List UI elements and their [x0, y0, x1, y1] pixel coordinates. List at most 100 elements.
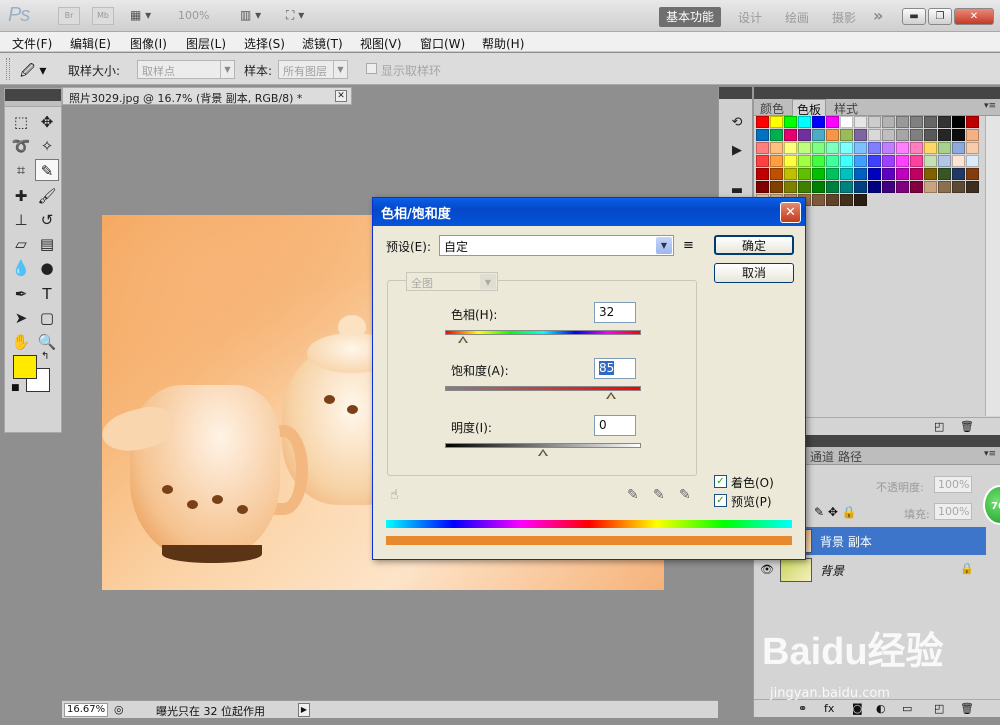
color-swatch[interactable]	[826, 129, 839, 141]
actions-panel-icon[interactable]: ▶	[727, 143, 747, 163]
color-swatch[interactable]	[896, 116, 909, 128]
delete-layer-icon[interactable]: 🗑	[960, 702, 974, 715]
saturation-input[interactable]: 85	[594, 358, 636, 379]
fill-input[interactable]: 100%	[934, 503, 972, 520]
color-swatch[interactable]	[896, 181, 909, 193]
color-swatch[interactable]	[798, 168, 811, 180]
color-swatch[interactable]	[812, 116, 825, 128]
color-swatch[interactable]	[938, 155, 951, 167]
eraser-tool-icon[interactable]: ▱	[9, 233, 33, 255]
hue-input[interactable]: 32	[594, 302, 636, 323]
color-swatch[interactable]	[756, 116, 769, 128]
color-swatch[interactable]	[924, 142, 937, 154]
color-swatch[interactable]	[784, 142, 797, 154]
foreground-color-swatch[interactable]	[13, 355, 37, 379]
color-swatch[interactable]	[840, 194, 853, 206]
color-swatch[interactable]	[896, 168, 909, 180]
color-swatch[interactable]	[770, 116, 783, 128]
restore-button[interactable]: ❐	[928, 8, 952, 25]
status-menu-arrow-icon[interactable]: ▶	[298, 703, 310, 717]
show-sampling-ring-checkbox[interactable]	[366, 63, 377, 74]
color-swatch[interactable]	[924, 181, 937, 193]
color-swatch[interactable]	[854, 129, 867, 141]
panel-menu-icon[interactable]: ▾≡	[984, 449, 996, 459]
history-brush-tool-icon[interactable]: ↺	[35, 209, 59, 231]
visibility-eye-icon[interactable]: 👁	[760, 563, 774, 576]
gradient-tool-icon[interactable]: ▤	[35, 233, 59, 255]
brush-tool-icon[interactable]: 🖌	[35, 185, 59, 207]
adjustment-layer-icon[interactable]: ◐	[876, 702, 886, 715]
mini-bridge-button[interactable]: Mb	[92, 7, 114, 25]
hue-slider-track[interactable]	[445, 330, 641, 335]
add-to-sample-eyedropper-icon[interactable]: ✎	[653, 487, 665, 503]
color-swatch[interactable]	[868, 116, 881, 128]
color-swatch[interactable]	[952, 129, 965, 141]
tab-swatches[interactable]: 色板	[792, 99, 827, 117]
close-icon[interactable]: ✕	[780, 202, 801, 223]
color-swatch[interactable]	[966, 168, 979, 180]
color-swatch[interactable]	[784, 116, 797, 128]
color-swatch[interactable]	[966, 181, 979, 193]
color-swatch[interactable]	[826, 142, 839, 154]
tab-styles[interactable]: 样式	[830, 99, 862, 116]
color-swatch[interactable]	[784, 181, 797, 193]
eyedropper-icon[interactable]: ✎	[627, 487, 639, 503]
blur-tool-icon[interactable]: 💧	[9, 257, 33, 279]
subtract-from-sample-eyedropper-icon[interactable]: ✎	[679, 487, 691, 503]
more-workspaces-icon[interactable]: »	[873, 6, 883, 25]
color-swatch[interactable]	[854, 155, 867, 167]
color-swatch[interactable]	[770, 168, 783, 180]
default-colors-icon[interactable]: ■	[11, 383, 20, 393]
lightness-input[interactable]: 0	[594, 415, 636, 436]
color-swatch[interactable]	[812, 129, 825, 141]
preview-checkbox[interactable]: ✓	[714, 494, 727, 507]
ok-button[interactable]: 确定	[714, 235, 794, 255]
eyedropper-tool-icon[interactable]: ✎	[35, 159, 59, 181]
menu-select[interactable]: 选择(S)	[244, 35, 285, 52]
color-swatch[interactable]	[784, 168, 797, 180]
color-swatch[interactable]	[938, 142, 951, 154]
color-swatch[interactable]	[910, 116, 923, 128]
arrange-documents-icon[interactable]: ▥ ▾	[240, 8, 261, 24]
color-swatch[interactable]	[812, 168, 825, 180]
layer-mask-icon[interactable]: ◙	[852, 702, 863, 715]
color-swatch[interactable]	[798, 155, 811, 167]
color-swatch[interactable]	[784, 155, 797, 167]
color-swatch[interactable]	[924, 129, 937, 141]
menu-window[interactable]: 窗口(W)	[420, 35, 465, 52]
marquee-tool-icon[interactable]: ⬚	[9, 111, 33, 133]
color-swatch[interactable]	[938, 168, 951, 180]
menu-filter[interactable]: 滤镜(T)	[302, 35, 343, 52]
color-swatch[interactable]	[938, 116, 951, 128]
color-swatch[interactable]	[896, 129, 909, 141]
status-info-icon[interactable]: ◎	[114, 703, 124, 716]
color-swatch[interactable]	[756, 155, 769, 167]
history-panel-icon[interactable]: ⟲	[727, 115, 747, 135]
dodge-tool-icon[interactable]: ●	[35, 257, 59, 279]
color-swatch[interactable]	[910, 181, 923, 193]
color-swatch[interactable]	[910, 168, 923, 180]
color-swatch[interactable]	[868, 181, 881, 193]
move-tool-icon[interactable]: ✥	[35, 111, 59, 133]
color-swatch[interactable]	[924, 116, 937, 128]
hue-slider-thumb[interactable]	[458, 336, 468, 343]
color-swatch[interactable]	[812, 181, 825, 193]
color-swatch[interactable]	[882, 142, 895, 154]
color-swatch[interactable]	[770, 181, 783, 193]
color-swatch[interactable]	[798, 181, 811, 193]
channel-select[interactable]: 全图 ▼	[406, 272, 498, 291]
bridge-button[interactable]: Br	[58, 7, 80, 25]
close-window-button[interactable]: ✕	[954, 8, 994, 25]
color-swatch[interactable]	[868, 155, 881, 167]
color-swatch[interactable]	[882, 116, 895, 128]
color-swatch[interactable]	[756, 181, 769, 193]
dialog-title-bar[interactable]: 色相/饱和度	[373, 198, 805, 226]
workspace-photography[interactable]: 摄影	[832, 9, 856, 26]
color-swatch[interactable]	[770, 155, 783, 167]
color-swatch[interactable]	[952, 168, 965, 180]
color-swatch[interactable]	[840, 168, 853, 180]
color-swatch[interactable]	[854, 181, 867, 193]
path-selection-tool-icon[interactable]: ➤	[9, 307, 33, 329]
panel-menu-icon[interactable]: ▾≡	[984, 101, 996, 111]
minimize-button[interactable]: ▬	[902, 8, 926, 25]
